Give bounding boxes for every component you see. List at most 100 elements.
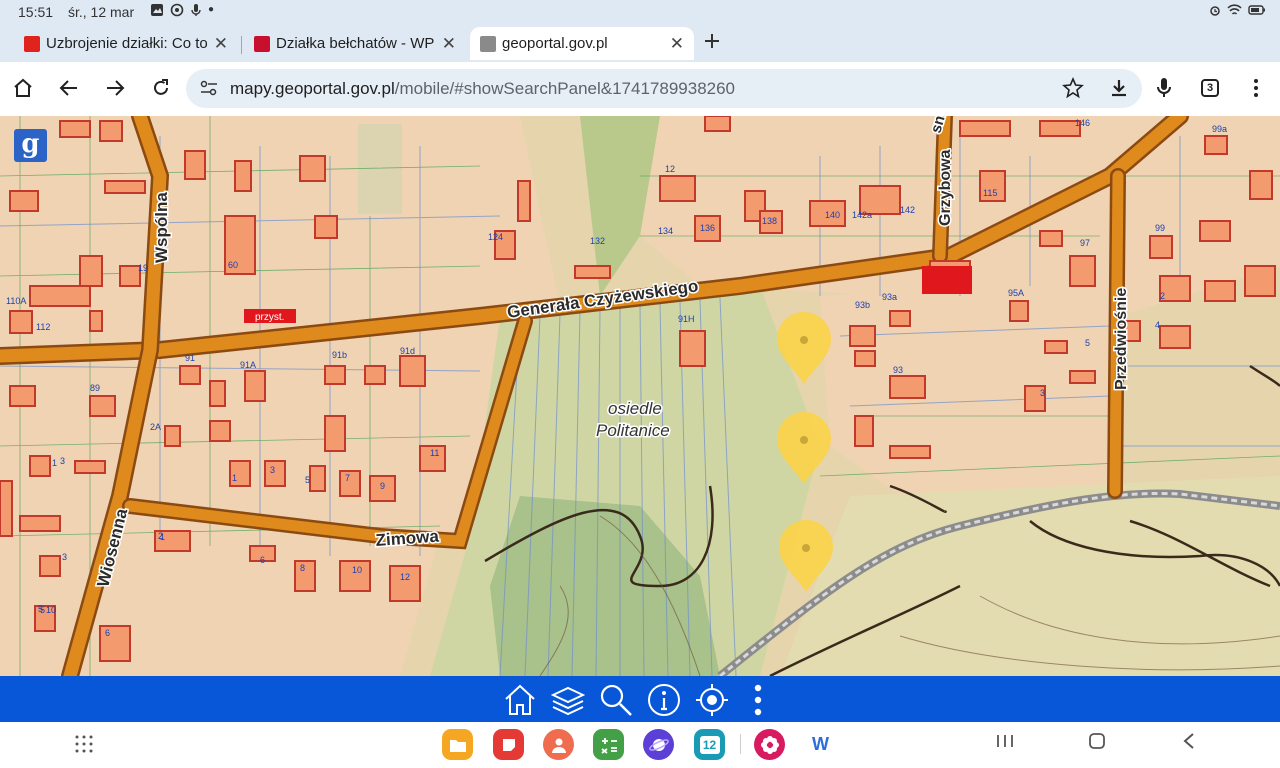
geoportal-logo[interactable]: g	[14, 129, 47, 162]
house-number: 91b	[332, 350, 347, 360]
app-blossom-icon[interactable]	[754, 729, 785, 760]
app-files-icon[interactable]	[442, 729, 473, 760]
house-number: 8	[300, 563, 305, 573]
street-label-grzybowa: Grzybowa	[937, 149, 954, 226]
marsh-area	[358, 124, 402, 214]
plus-icon	[705, 34, 719, 48]
house-number: 115	[983, 188, 997, 198]
new-tab-button[interactable]	[704, 29, 720, 55]
arrow-left-icon	[59, 80, 77, 96]
status-date: śr., 12 mar	[68, 4, 135, 20]
arrow-right-icon	[107, 80, 125, 96]
house-number: 5	[1085, 338, 1090, 348]
tab-title: Uzbrojenie działki: Co to	[46, 35, 208, 52]
close-icon[interactable]: ✕	[442, 34, 456, 54]
red-marker	[922, 266, 972, 294]
bus-stop-label: przyst.	[255, 312, 284, 323]
download-icon[interactable]	[1108, 77, 1130, 99]
close-icon[interactable]: ✕	[214, 34, 228, 54]
url-domain: mapy.geoportal.gov.pl	[230, 79, 395, 98]
map-info-button[interactable]	[646, 682, 682, 718]
reload-button[interactable]	[147, 74, 175, 102]
address-bar[interactable]: mapy.geoportal.gov.pl/mobile/#showSearch…	[186, 69, 1142, 108]
home-icon	[14, 78, 32, 97]
bookmark-star-icon[interactable]	[1062, 77, 1084, 99]
house-number: 89	[90, 383, 100, 393]
app-calculator-icon[interactable]	[593, 729, 624, 760]
tab-dzialka-belchatow[interactable]: Działka bełchatów - WP ✕	[250, 27, 466, 60]
house-number: 1	[52, 458, 57, 468]
url-text[interactable]: mapy.geoportal.gov.pl/mobile/#showSearch…	[230, 79, 735, 99]
recents-button[interactable]	[996, 732, 1014, 755]
app-calendar-icon[interactable]: 12	[694, 729, 725, 760]
house-number: 142a	[852, 210, 872, 220]
house-number: 140	[825, 210, 840, 220]
house-number: 12	[665, 164, 675, 174]
tab-geoportal[interactable]: geoportal.gov.pl ✕	[470, 27, 694, 60]
house-number: 93b	[855, 300, 870, 310]
layers-icon	[551, 686, 585, 716]
house-number: 60	[228, 260, 238, 270]
house-number: 124	[488, 232, 503, 242]
house-number: 99	[1155, 223, 1165, 233]
map-home-button[interactable]	[502, 682, 538, 718]
map-canvas[interactable]: przyst. Generała Czyżewskiego Wspólna Zi…	[0, 116, 1280, 676]
tab-uzbrojenie[interactable]: Uzbrojenie działki: Co to ✕	[20, 27, 238, 60]
battery-icon	[1248, 5, 1265, 15]
dot-icon: ●	[208, 4, 215, 15]
status-notification-icons: ●	[150, 3, 214, 17]
map-search-button[interactable]	[598, 682, 634, 718]
map-toolbar	[0, 676, 1280, 722]
house-number: 93	[893, 365, 903, 375]
settlement-line-1: osiedle	[608, 399, 662, 418]
app-notes-icon[interactable]	[493, 729, 524, 760]
tab-title: geoportal.gov.pl	[502, 35, 608, 52]
house-number: 97	[1080, 238, 1090, 248]
house-number: 110A	[6, 296, 26, 306]
app-drawer-button[interactable]	[74, 734, 94, 760]
app-word-icon[interactable]: W	[805, 729, 836, 760]
app-contacts-icon[interactable]	[543, 729, 574, 760]
settlement-line-2: Politanice	[596, 421, 670, 440]
house-number: 146	[1075, 118, 1090, 128]
alarm-icon	[1210, 6, 1220, 16]
house-number: 91	[185, 353, 195, 363]
house-number: 2A	[150, 422, 161, 432]
map-locate-button[interactable]	[694, 682, 730, 718]
back-button[interactable]	[55, 74, 83, 102]
tab-switcher-button[interactable]: 3	[1196, 74, 1224, 102]
back-nav-button[interactable]	[1182, 732, 1196, 756]
wifi-icon	[1227, 4, 1242, 15]
house-number: 3	[1040, 388, 1045, 398]
voice-search-button[interactable]	[1150, 74, 1178, 102]
menu-button[interactable]	[1242, 74, 1270, 102]
note-icon	[502, 738, 515, 751]
reload-icon	[154, 79, 168, 95]
house-number: 1	[232, 473, 237, 483]
home-nav-button[interactable]	[1088, 732, 1106, 756]
forward-button[interactable]	[101, 74, 129, 102]
house-number: 142	[900, 205, 915, 215]
dock-divider	[740, 734, 741, 754]
home-button[interactable]	[9, 74, 37, 102]
grid-icon	[75, 735, 93, 753]
site-settings-icon[interactable]	[200, 80, 218, 96]
tab-count-badge: 3	[1201, 79, 1219, 97]
house-number: 4	[1155, 320, 1160, 330]
house-number: 95A	[1008, 288, 1024, 298]
calculator-icon	[600, 737, 617, 754]
map-view[interactable]: przyst. Generała Czyżewskiego Wspólna Zi…	[0, 116, 1280, 676]
favicon-icon	[254, 35, 270, 52]
gallery-icon	[151, 4, 163, 16]
home-icon	[505, 684, 535, 715]
house-number: 99a	[1212, 124, 1227, 134]
planet-icon	[648, 738, 669, 751]
app-internet-icon[interactable]	[643, 729, 674, 760]
mic-icon	[191, 4, 201, 16]
house-number: 1	[160, 532, 165, 542]
map-more-button[interactable]	[740, 682, 776, 718]
close-icon[interactable]: ✕	[670, 34, 684, 54]
map-layers-button[interactable]	[550, 682, 586, 718]
house-number: 134	[658, 226, 673, 236]
folder-icon	[449, 739, 466, 752]
